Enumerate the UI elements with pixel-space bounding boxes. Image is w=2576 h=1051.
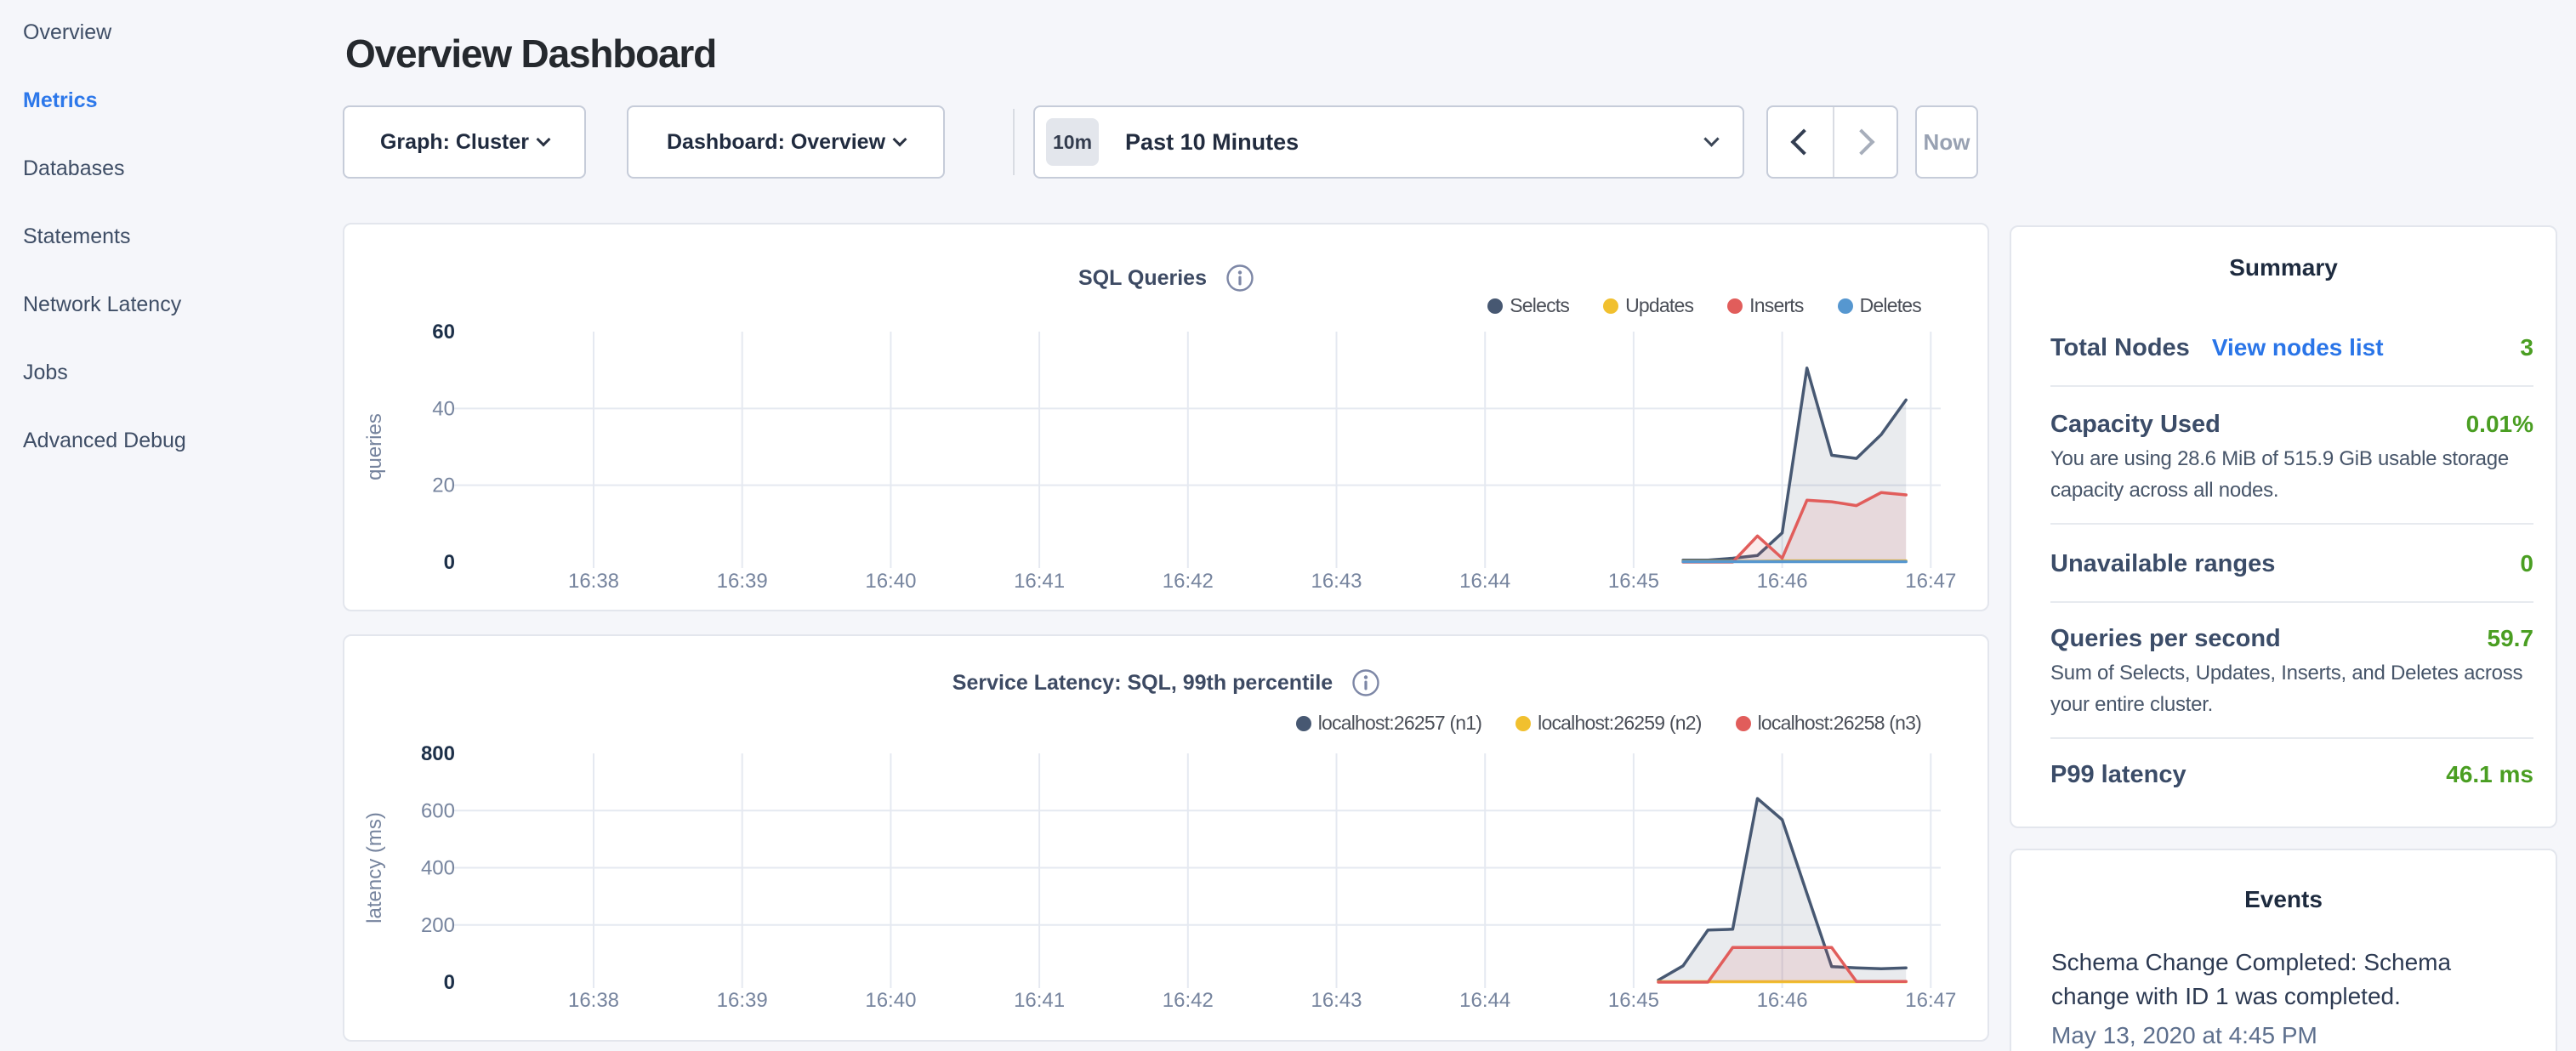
svg-text:40: 40 bbox=[432, 397, 455, 420]
sidebar-item-statements[interactable]: Statements bbox=[23, 202, 186, 270]
svg-text:800: 800 bbox=[421, 742, 455, 765]
summary-row-value: 3 bbox=[2520, 331, 2533, 365]
svg-text:16:46: 16:46 bbox=[1757, 989, 1808, 1012]
summary-row-value: 0 bbox=[2520, 547, 2533, 581]
svg-text:16:45: 16:45 bbox=[1608, 989, 1659, 1012]
svg-text:16:47: 16:47 bbox=[1905, 570, 1956, 593]
svg-text:16:38: 16:38 bbox=[568, 989, 619, 1012]
summary-row-queries-per-second: Queries per second 59.7 Sum of Selects, … bbox=[2050, 603, 2533, 739]
svg-text:16:41: 16:41 bbox=[1014, 570, 1065, 593]
svg-text:16:41: 16:41 bbox=[1014, 989, 1065, 1012]
summary-title: Summary bbox=[2011, 227, 2556, 283]
sql-queries-chart-card: SQL QueriesSelectsUpdatesInsertsDeletes1… bbox=[343, 223, 1989, 611]
graph-dropdown-label: Graph: Cluster bbox=[380, 130, 529, 155]
event-timestamp: May 13, 2020 at 4:45 PM bbox=[2051, 1019, 2522, 1051]
sidebar-item-network-latency[interactable]: Network Latency bbox=[23, 270, 186, 338]
summary-row-subtext: Sum of Selects, Updates, Inserts, and De… bbox=[2050, 657, 2533, 720]
sidebar-item-databases[interactable]: Databases bbox=[23, 134, 186, 202]
svg-text:16:44: 16:44 bbox=[1459, 570, 1510, 593]
chevron-left-icon bbox=[1791, 128, 1817, 155]
sidebar-item-overview[interactable]: Overview bbox=[23, 0, 186, 66]
events-body: Schema Change Completed: Schema change w… bbox=[2011, 915, 2556, 1051]
svg-text:60: 60 bbox=[432, 321, 455, 344]
page-title: Overview Dashboard bbox=[345, 34, 716, 73]
chevron-right-icon bbox=[1848, 128, 1874, 155]
sidebar-item-metrics[interactable]: Metrics bbox=[23, 66, 186, 134]
sidebar-item-advanced-debug[interactable]: Advanced Debug bbox=[23, 406, 186, 474]
summary-body: Total Nodes View nodes list 3 Capacity U… bbox=[2011, 283, 2556, 817]
svg-text:400: 400 bbox=[421, 857, 455, 880]
chart-plot: 16:38 16:39 16:40 16:41 16:42 16:43 16:44 16:45… bbox=[344, 224, 1987, 610]
time-range-label: Past 10 Minutes bbox=[1125, 129, 1706, 156]
now-button-label: Now bbox=[1924, 129, 1970, 156]
svg-text:16:40: 16:40 bbox=[865, 989, 916, 1012]
svg-text:0: 0 bbox=[444, 971, 455, 994]
svg-text:16:39: 16:39 bbox=[717, 989, 768, 1012]
svg-text:16:38: 16:38 bbox=[568, 570, 619, 593]
summary-row-label: Queries per second bbox=[2050, 622, 2281, 656]
now-button[interactable]: Now bbox=[1915, 105, 1978, 179]
summary-row-value: 0.01% bbox=[2466, 407, 2533, 441]
next-time-button[interactable] bbox=[1833, 107, 1897, 177]
events-panel: Events Schema Change Completed: Schema c… bbox=[2010, 849, 2557, 1051]
svg-text:16:40: 16:40 bbox=[865, 570, 916, 593]
service-latency-chart-card: Service Latency: SQL, 99th percentileloc… bbox=[343, 634, 1989, 1042]
svg-text:16:44: 16:44 bbox=[1459, 989, 1510, 1012]
svg-text:16:46: 16:46 bbox=[1757, 570, 1808, 593]
events-title: Events bbox=[2011, 850, 2556, 915]
summary-row-label: Total Nodes bbox=[2050, 331, 2190, 365]
summary-row-p99-latency: P99 latency 46.1 ms bbox=[2050, 739, 2533, 817]
time-range-picker[interactable]: 10m Past 10 Minutes bbox=[1033, 105, 1744, 179]
sidebar-item-jobs[interactable]: Jobs bbox=[23, 338, 186, 406]
svg-text:0: 0 bbox=[444, 551, 455, 574]
svg-text:200: 200 bbox=[421, 914, 455, 937]
summary-row-value: 59.7 bbox=[2488, 622, 2534, 656]
sidebar-nav-list: OverviewMetricsDatabasesStatementsNetwor… bbox=[23, 0, 186, 474]
time-range-badge: 10m bbox=[1046, 118, 1099, 166]
svg-text:600: 600 bbox=[421, 799, 455, 822]
dashboard-dropdown[interactable]: Dashboard: Overview bbox=[627, 105, 945, 179]
svg-text:16:43: 16:43 bbox=[1311, 570, 1362, 593]
controls-divider bbox=[1013, 109, 1015, 175]
summary-row-value: 46.1 ms bbox=[2446, 758, 2533, 792]
svg-text:16:47: 16:47 bbox=[1905, 989, 1956, 1012]
overview-dashboard-page: { "sidebar": { "items": [ { "id": "overv… bbox=[0, 0, 2576, 1051]
svg-text:queries: queries bbox=[363, 413, 386, 480]
dashboard-dropdown-label: Dashboard: Overview bbox=[667, 130, 885, 155]
summary-row-label: Unavailable ranges bbox=[2050, 547, 2275, 581]
summary-row-capacity-used: Capacity Used 0.01% You are using 28.6 M… bbox=[2050, 387, 2533, 525]
chevron-down-icon bbox=[537, 132, 551, 146]
chevron-down-icon bbox=[1703, 131, 1719, 146]
svg-text:16:39: 16:39 bbox=[717, 570, 768, 593]
svg-text:16:42: 16:42 bbox=[1163, 570, 1214, 593]
time-pager bbox=[1766, 105, 1898, 179]
graph-dropdown[interactable]: Graph: Cluster bbox=[343, 105, 586, 179]
svg-text:16:42: 16:42 bbox=[1163, 989, 1214, 1012]
sidebar: OverviewMetricsDatabasesStatementsNetwor… bbox=[0, 0, 343, 1051]
view-nodes-list-link[interactable]: View nodes list bbox=[2212, 331, 2384, 365]
svg-text:16:43: 16:43 bbox=[1311, 989, 1362, 1012]
event-message[interactable]: Schema Change Completed: Schema change w… bbox=[2051, 946, 2522, 1014]
summary-row-subtext: You are using 28.6 MiB of 515.9 GiB usab… bbox=[2050, 443, 2533, 506]
chevron-down-icon bbox=[893, 132, 907, 146]
summary-panel: Summary Total Nodes View nodes list 3 Ca… bbox=[2010, 225, 2557, 828]
svg-text:16:45: 16:45 bbox=[1608, 570, 1659, 593]
summary-row-label: P99 latency bbox=[2050, 758, 2186, 792]
summary-row-unavailable-ranges: Unavailable ranges 0 bbox=[2050, 525, 2533, 603]
svg-text:20: 20 bbox=[432, 474, 455, 497]
summary-row-label: Capacity Used bbox=[2050, 407, 2221, 441]
chart-plot: 16:38 16:39 16:40 16:41 16:42 16:43 16:44 16:45… bbox=[344, 636, 1987, 1040]
summary-row-total-nodes: Total Nodes View nodes list 3 bbox=[2050, 283, 2533, 387]
prev-time-button[interactable] bbox=[1768, 107, 1833, 177]
svg-text:latency (ms): latency (ms) bbox=[363, 812, 386, 923]
